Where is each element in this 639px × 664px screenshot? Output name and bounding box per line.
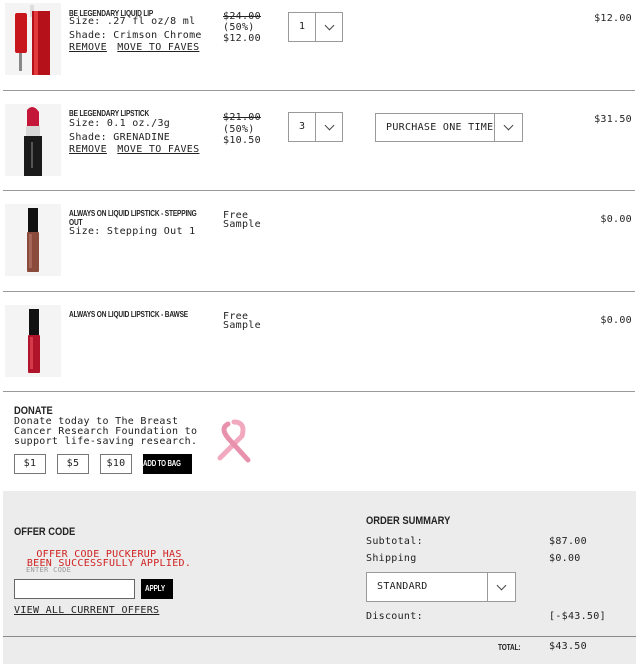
product-size: Size: Stepping Out 1 (69, 226, 196, 237)
purchase-option-value: PURCHASE ONE TIME (386, 122, 494, 133)
apply-label: APPLY (144, 584, 165, 593)
shipping-value: $0.00 (549, 553, 581, 564)
item-total: $31.50 (594, 114, 632, 125)
move-to-faves-link[interactable]: MOVE TO FAVES (117, 42, 199, 53)
move-to-faves-link[interactable]: MOVE TO FAVES (117, 144, 199, 155)
product-image[interactable] (5, 104, 61, 176)
quantity-value: 3 (299, 121, 306, 132)
divider (3, 90, 635, 91)
chevron-down-icon[interactable] (315, 113, 342, 141)
item-total: $0.00 (600, 214, 632, 225)
liquid-lipstick-image (5, 204, 61, 276)
shipping-method-value: STANDARD (377, 581, 428, 592)
discount-percent: (50%) (223, 124, 255, 135)
shipping-method-select[interactable]: STANDARD (366, 572, 516, 602)
subtotal-label: Subtotal: (366, 536, 423, 547)
view-offers-link[interactable]: VIEW ALL CURRENT OFFERS (14, 605, 159, 616)
lipstick-image (5, 104, 61, 176)
product-image[interactable] (5, 204, 61, 276)
product-size: Size: .27 fl oz/8 ml (69, 16, 196, 27)
shipping-label: Shipping (366, 553, 417, 564)
product-name[interactable]: ALWAYS ON LIQUID LIPSTICK - STEPPING (69, 209, 197, 218)
donate-amount-button[interactable]: $5 (57, 454, 89, 474)
sample-label: Sample (223, 320, 261, 331)
liquid-lipstick-image (5, 305, 61, 377)
chevron-down-icon[interactable] (494, 114, 522, 141)
quantity-value: 1 (299, 21, 306, 32)
divider (3, 190, 635, 191)
sale-price: $12.00 (223, 33, 261, 44)
chevron-down-icon[interactable] (487, 573, 515, 601)
offer-code-title: OFFER CODE (14, 526, 76, 538)
order-summary-title: ORDER SUMMARY (366, 515, 451, 527)
product-image[interactable] (5, 3, 61, 77)
original-price: $24.00 (223, 11, 261, 22)
remove-link[interactable]: REMOVE (69, 144, 107, 155)
donate-text-line: support life-saving research. (14, 436, 198, 447)
product-shade: Shade: GRENADINE (69, 132, 171, 143)
pink-ribbon-icon (217, 419, 251, 463)
divider (3, 391, 635, 392)
discount-label: Discount: (366, 611, 423, 622)
divider (3, 291, 635, 292)
item-total: $12.00 (594, 13, 632, 24)
sale-price: $10.50 (223, 135, 261, 146)
offer-code-input[interactable] (14, 579, 135, 599)
subtotal-value: $87.00 (549, 536, 587, 547)
product-name[interactable]: ALWAYS ON LIQUID LIPSTICK - BAWSE (69, 310, 188, 319)
item-total: $0.00 (600, 315, 632, 326)
sample-label: Sample (223, 219, 261, 230)
total-label: TOTAL: (498, 643, 521, 652)
enter-code-label: ENTER CODE (26, 566, 72, 574)
add-to-bag-label: ADD TO BAG (143, 459, 182, 468)
product-shade: Shade: Crimson Chrome (69, 30, 202, 41)
checkout-panel (3, 491, 636, 664)
original-price: $21.00 (223, 112, 261, 123)
add-to-bag-button[interactable]: ADD TO BAG (143, 454, 192, 474)
product-name[interactable]: BE LEGENDARY LIPSTICK (69, 109, 149, 118)
discount-value: [-$43.50] (549, 611, 606, 622)
remove-link[interactable]: REMOVE (69, 42, 107, 53)
product-image[interactable] (5, 305, 61, 377)
donate-amount-button[interactable]: $1 (14, 454, 46, 474)
purchase-option-select[interactable]: PURCHASE ONE TIME (375, 113, 523, 142)
quantity-select[interactable]: 1 (288, 12, 343, 42)
donate-amount-button[interactable]: $10 (100, 454, 132, 474)
discount-percent: (50%) (223, 22, 255, 33)
divider (3, 636, 636, 637)
quantity-select[interactable]: 3 (288, 112, 343, 142)
chevron-down-icon[interactable] (315, 13, 342, 41)
apply-button[interactable]: APPLY (141, 579, 173, 599)
liquid-lip-image (5, 3, 61, 77)
product-size: Size: 0.1 oz./3g (69, 118, 171, 129)
total-value: $43.50 (549, 641, 587, 652)
